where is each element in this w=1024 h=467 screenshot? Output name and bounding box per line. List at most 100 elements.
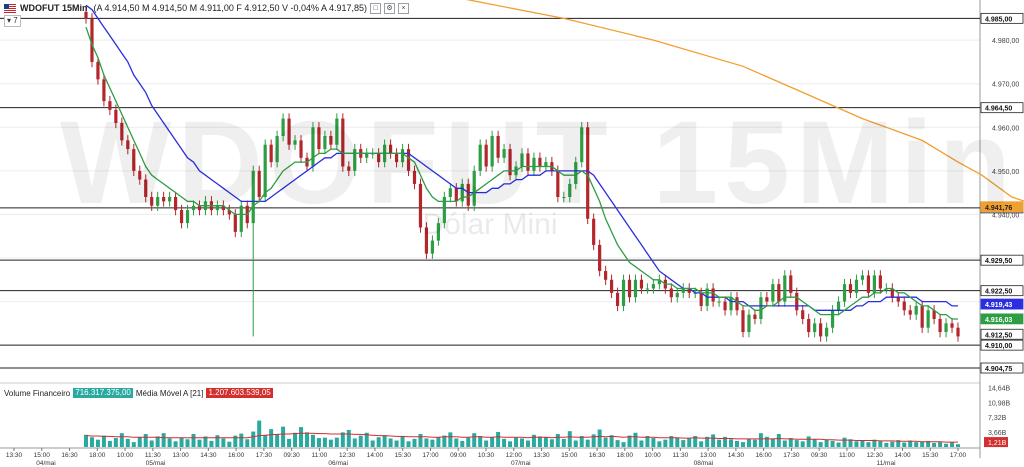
- x-time-label: 13:30: [533, 452, 550, 459]
- volume-bar: [812, 439, 817, 447]
- candle-body: [777, 284, 781, 302]
- volume-bar: [800, 441, 805, 447]
- x-time-label: 11:30: [672, 452, 688, 459]
- symbol-label[interactable]: WDOFUT 15Min: [20, 3, 88, 13]
- level-price-label: 4.922,50: [985, 289, 1012, 296]
- volume-bar: [460, 440, 465, 447]
- x-date-label: 08/mai: [694, 460, 714, 467]
- volume-bar: [430, 439, 435, 447]
- volume-bar: [633, 432, 638, 447]
- volume-bar: [400, 436, 405, 447]
- candle-body: [902, 301, 906, 311]
- candle-body: [681, 288, 685, 293]
- volume-tick-label: 7,32B: [988, 415, 1007, 422]
- volume-bar: [956, 444, 960, 447]
- level-price-label: 4.910,00: [985, 343, 1012, 350]
- chart-header: WDOFUT 15Min (A 4.914,50 M 4.914,50 M 4.…: [4, 1, 410, 15]
- volume-bar: [866, 442, 871, 447]
- candle-body: [621, 279, 626, 306]
- candle-body: [711, 288, 715, 302]
- volume-bar: [729, 439, 734, 447]
- x-time-label: 12:00: [506, 452, 523, 459]
- volume-bar: [221, 438, 226, 447]
- candle-body: [860, 275, 865, 280]
- volume-bar: [663, 439, 668, 447]
- x-time-label: 18:00: [89, 452, 106, 459]
- x-time-label: 17:00: [422, 452, 439, 459]
- candle-body: [729, 297, 733, 311]
- volume-bar: [764, 436, 769, 447]
- volume-bar: [854, 441, 859, 447]
- x-date-label: 11/mai: [876, 460, 895, 467]
- candle-body: [878, 275, 882, 289]
- volume-bar: [334, 437, 339, 447]
- us-flag-icon: [4, 3, 16, 13]
- volume-bar: [84, 434, 88, 447]
- volume-bar: [782, 440, 787, 447]
- volume-bar: [520, 438, 524, 447]
- candle-body: [753, 314, 757, 319]
- volume-bar: [322, 437, 327, 447]
- volume-bar: [412, 438, 417, 447]
- volume-bar: [382, 435, 387, 447]
- candle-body: [771, 284, 775, 302]
- x-time-label: 14:00: [894, 452, 911, 459]
- candle-body: [950, 323, 954, 328]
- volume-bar: [304, 432, 309, 447]
- volume-bar: [836, 442, 841, 447]
- volume-bar: [245, 439, 250, 447]
- x-time-label: 16:30: [61, 452, 78, 459]
- x-time-label: 17:30: [256, 452, 273, 459]
- x-time-label: 09:30: [284, 452, 301, 459]
- close-icon[interactable]: ×: [398, 2, 410, 14]
- volume-bar: [621, 442, 626, 447]
- volume-bar: [770, 438, 775, 447]
- candle-body: [854, 279, 859, 293]
- expand-icon[interactable]: □: [370, 2, 382, 14]
- volume-bar: [143, 433, 148, 447]
- volume-bar: [884, 442, 889, 447]
- volume-bar: [161, 433, 166, 447]
- x-date-label: 05/mai: [146, 460, 166, 467]
- y-tick-label: 4.970,00: [992, 82, 1019, 89]
- volume-bar: [537, 436, 542, 447]
- level-price-label: 4.929,50: [985, 258, 1012, 265]
- volume-bar: [448, 432, 453, 447]
- volume-bar: [394, 440, 399, 447]
- x-time-label: 15:30: [395, 452, 412, 459]
- volume-bar: [89, 437, 94, 447]
- candle-body: [896, 297, 900, 302]
- volume-bar: [287, 438, 292, 447]
- volume-bar: [794, 440, 799, 447]
- x-time-label: 15:00: [34, 452, 51, 459]
- volume-bar: [699, 441, 704, 447]
- candle-body: [938, 319, 942, 333]
- volume-bar: [681, 440, 686, 447]
- volume-bar: [125, 438, 130, 447]
- candle-body: [926, 310, 930, 328]
- volume-bar: [436, 437, 441, 447]
- volume-bar: [119, 433, 124, 447]
- volume-bar: [263, 435, 268, 447]
- volume-bar: [490, 437, 495, 447]
- volume-tick-label: 10,98B: [988, 400, 1011, 407]
- settings-icon[interactable]: ⚙: [384, 2, 396, 14]
- volume-bar: [370, 440, 375, 447]
- indicator-toggle[interactable]: ▾ 7: [4, 15, 21, 27]
- volume-bar: [514, 437, 519, 447]
- volume-bar: [651, 438, 656, 447]
- volume-bar: [95, 439, 100, 447]
- volume-bar: [561, 438, 566, 447]
- volume-bar: [293, 432, 298, 447]
- candle-body: [819, 323, 823, 337]
- volume-bar: [735, 440, 740, 447]
- volume-bar: [185, 439, 190, 447]
- x-time-label: 13:30: [6, 452, 23, 459]
- volume-bar: [149, 440, 154, 447]
- x-time-label: 11:30: [145, 452, 161, 459]
- x-time-label: 17:30: [783, 452, 800, 459]
- candle-body: [604, 271, 608, 280]
- candle-body: [609, 279, 614, 293]
- volume-bar: [525, 440, 530, 447]
- x-time-label: 14:30: [728, 452, 745, 459]
